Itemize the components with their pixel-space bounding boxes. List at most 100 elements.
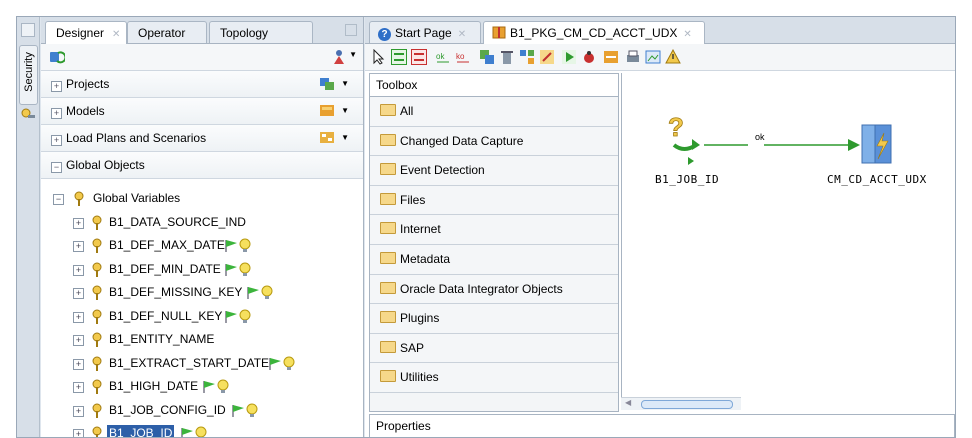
tree-node-variable[interactable]: + B1_DATA_SOURCE_IND	[41, 211, 363, 235]
toolbox-folder[interactable]: Metadata	[370, 244, 618, 275]
tree-node-global-variables[interactable]: − Global Variables	[41, 187, 363, 211]
horizontal-scrollbar[interactable]: ◀	[621, 397, 741, 410]
scenario-icon	[861, 124, 876, 164]
tab-operator[interactable]: Operator	[127, 21, 207, 43]
odi-studio-window: Security Designer ✕ Operator Topology ▼ …	[16, 16, 956, 438]
chevron-down-icon[interactable]: ▼	[341, 98, 349, 124]
toolbox-folder[interactable]: Utilities	[370, 363, 618, 393]
tab-start-page[interactable]: ? Start Page ✕	[369, 21, 481, 43]
chevron-down-icon[interactable]: ▼	[341, 71, 349, 97]
layout-icon[interactable]	[519, 49, 535, 65]
load-plans-icon[interactable]	[319, 130, 337, 146]
expand-icon[interactable]: +	[51, 108, 62, 119]
accordion-models[interactable]: + Models ▼	[41, 98, 363, 125]
models-icon[interactable]	[319, 103, 337, 119]
tab-designer-label: Designer	[56, 26, 105, 40]
next-step-ok-icon[interactable]	[391, 49, 407, 65]
properties-title: Properties	[376, 419, 431, 433]
tree-node-variable[interactable]: + B1_JOB_CONFIG_ID	[41, 399, 363, 423]
expand-icon[interactable]: +	[73, 311, 84, 323]
ko-link-icon[interactable]: ko	[455, 49, 471, 65]
next-step-ko-icon[interactable]	[411, 49, 427, 65]
tree-node-variable[interactable]: + B1_JOB_ID	[41, 422, 363, 437]
scroll-left-icon[interactable]: ◀	[625, 398, 631, 407]
projects-icon[interactable]	[319, 76, 337, 92]
edit-step-icon[interactable]	[539, 49, 555, 65]
debug-icon[interactable]	[581, 49, 597, 65]
tree-node-variable[interactable]: + B1_EXTRACT_START_DATE	[41, 352, 363, 376]
chevron-down-icon[interactable]: ▼	[341, 125, 349, 151]
accordion-global-objects[interactable]: − Global Objects	[41, 152, 363, 179]
variable-key-icon	[92, 309, 102, 324]
expand-icon[interactable]: +	[73, 241, 84, 252]
restore-icon[interactable]	[21, 23, 35, 37]
help-icon: ?	[378, 28, 391, 41]
tree-node-variable[interactable]: + B1_DEF_MISSING_KEY	[41, 281, 363, 305]
diagram-canvas[interactable]: ? ok B1_JOB_ID CM_CD_ACCT_UDX	[621, 73, 955, 410]
expand-icon[interactable]: +	[73, 358, 84, 370]
folder-icon	[380, 311, 396, 324]
user-functions-icon[interactable]	[331, 49, 347, 65]
delete-icon[interactable]	[499, 49, 515, 65]
expand-icon[interactable]: +	[73, 288, 84, 299]
target-step-node[interactable]	[861, 124, 892, 164]
collapse-icon[interactable]: −	[53, 194, 64, 205]
select-pointer-icon[interactable]	[371, 49, 387, 65]
export-image-icon[interactable]	[645, 49, 661, 65]
diagram-toolbar: ok ko	[365, 44, 955, 71]
duplicate-icon[interactable]	[479, 49, 495, 65]
toolbox-folder[interactable]: Changed Data Capture	[370, 126, 618, 157]
expand-icon[interactable]: +	[73, 217, 84, 229]
flag-bulb-icon	[224, 261, 251, 278]
scrollbar-thumb[interactable]	[641, 400, 733, 409]
tree-node-variable[interactable]: + B1_DEF_MIN_DATE	[41, 258, 363, 282]
security-side-tab[interactable]: Security	[19, 45, 38, 105]
ok-link-label: ok	[755, 132, 765, 142]
expand-icon[interactable]: +	[73, 335, 84, 346]
expand-icon[interactable]: +	[73, 429, 84, 437]
tree-node-variable[interactable]: + B1_ENTITY_NAME	[41, 328, 363, 352]
refresh-connect-icon[interactable]	[49, 49, 65, 65]
close-icon[interactable]: ✕	[683, 29, 691, 40]
tab-designer[interactable]: Designer ✕	[45, 21, 127, 44]
folder-icon	[380, 104, 396, 116]
expand-icon[interactable]: +	[73, 405, 84, 417]
toolbox-folder[interactable]: Files	[370, 185, 618, 216]
tree-node-variable[interactable]: + B1_DEF_NULL_KEY	[41, 305, 363, 329]
tab-topology[interactable]: Topology	[209, 21, 313, 43]
source-step-node[interactable]: ?	[668, 112, 700, 165]
expand-icon[interactable]: +	[51, 81, 62, 92]
ok-link-icon[interactable]: ok	[435, 49, 451, 65]
tree-node-variable[interactable]: + B1_HIGH_DATE	[41, 375, 363, 399]
toolbox-folder[interactable]: Internet	[370, 215, 618, 245]
toolbox-folder[interactable]: Plugins	[370, 304, 618, 334]
close-icon[interactable]: ✕	[112, 29, 120, 40]
tree-node-variable[interactable]: + B1_DEF_MAX_DATE	[41, 234, 363, 258]
chevron-down-icon[interactable]: ▼	[349, 50, 357, 59]
expand-icon[interactable]: +	[73, 382, 84, 393]
expand-icon[interactable]: +	[73, 264, 84, 276]
run-icon[interactable]	[561, 49, 577, 65]
close-icon[interactable]: ✕	[458, 29, 466, 40]
variable-label: B1_ENTITY_NAME	[109, 332, 215, 346]
toolbox-folder[interactable]: All	[370, 97, 618, 127]
variable-key-icon	[92, 215, 102, 230]
toolbox-folder[interactable]: Oracle Data Integrator Objects	[370, 274, 618, 305]
expand-icon[interactable]: +	[51, 135, 62, 146]
variable-key-icon	[92, 238, 102, 253]
accordion-projects[interactable]: + Projects ▼	[41, 71, 363, 98]
toolbox-folder[interactable]: Event Detection	[370, 156, 618, 186]
generate-scenario-icon[interactable]	[603, 49, 619, 65]
toolbox-folder[interactable]: SAP	[370, 333, 618, 364]
folder-icon	[380, 251, 396, 264]
tab-package-editor[interactable]: B1_PKG_CM_CD_ACCT_UDX ✕	[483, 21, 705, 44]
warning-icon[interactable]	[665, 49, 681, 65]
print-icon[interactable]	[625, 49, 641, 65]
collapse-icon[interactable]: −	[51, 162, 62, 173]
toolbox-list: All Changed Data Capture Event Detection Fi…	[370, 97, 618, 393]
accordion-load-plans[interactable]: + Load Plans and Scenarios ▼	[41, 125, 363, 152]
tab-start-page-label: Start Page	[395, 26, 452, 40]
minimize-icon[interactable]	[345, 24, 357, 36]
variable-key-icon	[92, 332, 102, 347]
security-key-icon[interactable]	[20, 107, 36, 123]
